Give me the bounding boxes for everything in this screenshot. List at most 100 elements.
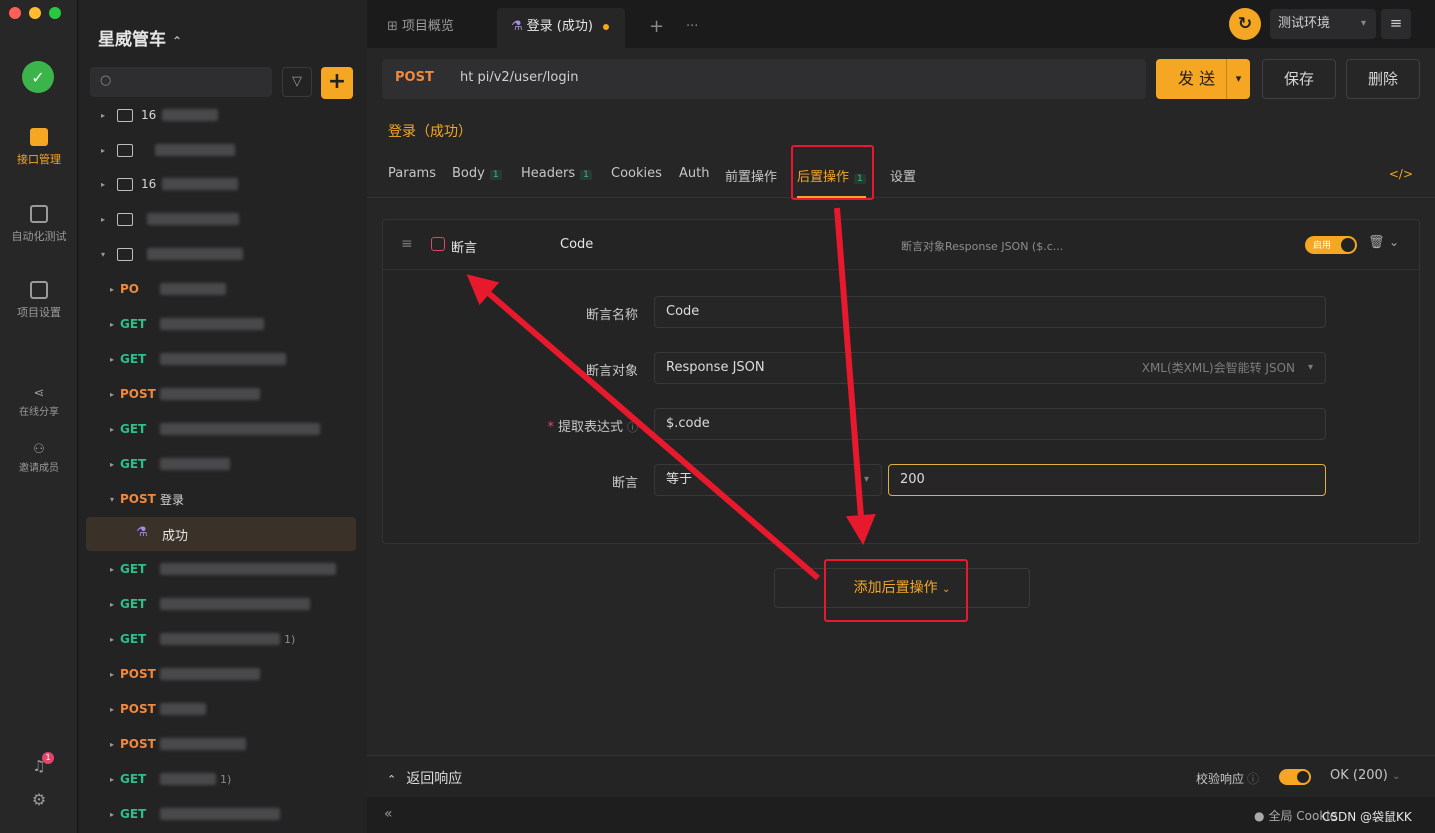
response-bar: ⌃ 返回响应 校验响应 ⓘ OK (200) ⌄: [367, 755, 1435, 797]
help-icon[interactable]: ⓘ: [1247, 772, 1259, 786]
save-button[interactable]: 保存: [1262, 59, 1336, 99]
tree-request[interactable]: ▸ GET: [110, 449, 367, 479]
tab-bar: ⊞ 项目概览 ⚗ 登录 (成功) + ··· ↻ 测试环境 ▾ ≡: [367, 0, 1435, 48]
assertion-header[interactable]: ≡ 断言 Code 断言对象Response JSON ($.c... 启用 🗑…: [383, 220, 1419, 270]
project-switcher[interactable]: 星威管车 ⌃: [98, 25, 182, 50]
tab-project-overview[interactable]: ⊞ 项目概览: [373, 8, 468, 48]
window-controls: [9, 7, 61, 19]
tree-folder[interactable]: ▸: [101, 135, 367, 165]
tab-login-success[interactable]: ⚗ 登录 (成功): [497, 8, 625, 48]
tab-settings[interactable]: 设置: [890, 166, 916, 185]
assertion-icon: [431, 237, 445, 251]
tab-body[interactable]: Body 1: [452, 166, 502, 181]
rail-label: 项目设置: [17, 306, 61, 319]
hamburger-icon: ≡: [1389, 14, 1403, 32]
notification-button[interactable]: ♫ 1: [0, 752, 78, 775]
menu-button[interactable]: ≡: [1381, 9, 1411, 39]
tab-pre-actions[interactable]: 前置操作: [725, 166, 777, 185]
gear-icon: ⚙: [31, 790, 47, 809]
chevron-down-icon: ▾: [1360, 18, 1366, 29]
help-icon[interactable]: ⓘ: [627, 421, 638, 434]
tree-request[interactable]: ▸ GET 1): [110, 764, 367, 794]
tree-request-login[interactable]: ▾ POST 登录: [110, 484, 367, 514]
folder-icon: [117, 212, 133, 226]
url-text: ht pi/v2/user/login: [460, 70, 579, 85]
rail-share[interactable]: ⋖ 在线分享: [0, 386, 78, 418]
response-status-select[interactable]: OK (200) ⌄: [1330, 768, 1400, 783]
assertion-type: 断言: [451, 241, 478, 256]
tree-request[interactable]: ▸ GET: [110, 344, 367, 374]
chevron-down-icon: ▾: [1307, 362, 1313, 373]
tree-request[interactable]: ▸ GET: [110, 799, 367, 829]
response-toggle[interactable]: ⌃ 返回响应: [387, 768, 462, 788]
enable-toggle[interactable]: 启用: [1305, 236, 1357, 254]
chevron-updown-icon: ⌃: [172, 34, 183, 48]
maximize-window-icon[interactable]: [49, 7, 61, 19]
close-window-icon[interactable]: [9, 7, 21, 19]
operator-select[interactable]: 等于 ▾: [654, 464, 882, 496]
tree-request[interactable]: ▸ GET 1): [110, 624, 367, 654]
verify-toggle[interactable]: [1279, 769, 1311, 785]
verify-label: 校验响应 ⓘ: [1196, 772, 1260, 786]
chevron-down-icon[interactable]: ⌄: [1389, 235, 1399, 249]
trash-icon[interactable]: 🗑: [1368, 235, 1385, 250]
tree-request[interactable]: ▸ GET: [110, 589, 367, 619]
tree-request[interactable]: ▸ GET: [110, 414, 367, 444]
folder-icon: [117, 177, 133, 191]
rail-project-settings[interactable]: 项目设置: [0, 281, 78, 320]
search-input[interactable]: ○: [90, 67, 272, 97]
tree-request[interactable]: ▸ POST: [110, 659, 367, 689]
tree-request[interactable]: ▸ POST: [110, 379, 367, 409]
assertion-card: ≡ 断言 Code 断言对象Response JSON ($.c... 启用 🗑…: [382, 219, 1420, 544]
request-editor: POST ht pi/v2/user/login 发 送 ▾ 保存 删除 登录（…: [367, 48, 1435, 833]
rail-auto-test[interactable]: 自动化测试: [0, 205, 78, 244]
drag-handle-icon[interactable]: ≡: [401, 236, 413, 252]
chevron-down-icon[interactable]: ▾: [1226, 59, 1250, 99]
environment-select[interactable]: 测试环境 ▾: [1270, 9, 1376, 39]
rail-api-management[interactable]: 接口管理: [0, 128, 78, 167]
tree-request[interactable]: ▸ POST: [110, 694, 367, 724]
code-icon[interactable]: </>: [1389, 167, 1413, 181]
rail-label: 接口管理: [17, 153, 61, 166]
tree-request[interactable]: ▸ POST: [110, 729, 367, 759]
tree-folder[interactable]: ▸ 16: [101, 169, 367, 199]
settings-icon: [30, 281, 48, 299]
sync-icon[interactable]: ↻: [1229, 8, 1261, 40]
tab-auth[interactable]: Auth: [679, 166, 709, 181]
add-api-button[interactable]: +: [321, 67, 353, 99]
tree-request[interactable]: ▸ GET: [110, 554, 367, 584]
search-icon: ○: [100, 73, 112, 88]
send-button[interactable]: 发 送 ▾: [1156, 59, 1250, 99]
tab-params[interactable]: Params: [388, 166, 436, 181]
case-icon: ⚗: [511, 19, 523, 34]
expected-value-input[interactable]: 200: [888, 464, 1326, 496]
left-rail: ✓ 接口管理 自动化测试 项目设置 ⋖ 在线分享 ⚇ 邀请成员 ♫ 1 ⚙: [0, 0, 78, 833]
tree-request[interactable]: ▸ GET: [110, 309, 367, 339]
url-input[interactable]: POST ht pi/v2/user/login: [382, 59, 1146, 99]
gear-button[interactable]: ⚙: [0, 790, 78, 809]
assertion-name-input[interactable]: Code: [654, 296, 1326, 328]
tab-cookies[interactable]: Cookies: [611, 166, 662, 181]
team-logo[interactable]: ✓: [22, 61, 54, 93]
tree-request[interactable]: ▸ PO: [110, 274, 367, 304]
test-icon: [30, 205, 48, 223]
case-title: 登录（成功）: [388, 124, 472, 140]
expression-input[interactable]: $.code: [654, 408, 1326, 440]
expr-label: * 提取表达式 ⓘ: [547, 420, 638, 435]
filter-button[interactable]: ▽: [282, 67, 312, 97]
http-method[interactable]: POST: [395, 70, 434, 85]
tab-more-button[interactable]: ···: [672, 8, 712, 48]
add-user-icon: ⚇: [33, 442, 45, 457]
assertion-target-select[interactable]: Response JSON XML(类XML)会智能转 JSON ▾: [654, 352, 1326, 384]
minimize-window-icon[interactable]: [29, 7, 41, 19]
target-label: 断言对象: [585, 364, 638, 379]
delete-button[interactable]: 删除: [1346, 59, 1420, 99]
plus-icon: +: [327, 69, 347, 94]
rail-invite[interactable]: ⚇ 邀请成员: [0, 442, 78, 474]
tab-headers[interactable]: Headers 1: [521, 166, 592, 181]
collapse-sidebar-icon[interactable]: «: [384, 806, 393, 822]
tree-case-selected[interactable]: ⚗ 成功: [86, 517, 356, 551]
tree-folder-open[interactable]: ▾: [101, 239, 367, 269]
tree-folder[interactable]: ▸ 16: [101, 100, 367, 130]
tree-folder[interactable]: ▸: [101, 204, 367, 234]
